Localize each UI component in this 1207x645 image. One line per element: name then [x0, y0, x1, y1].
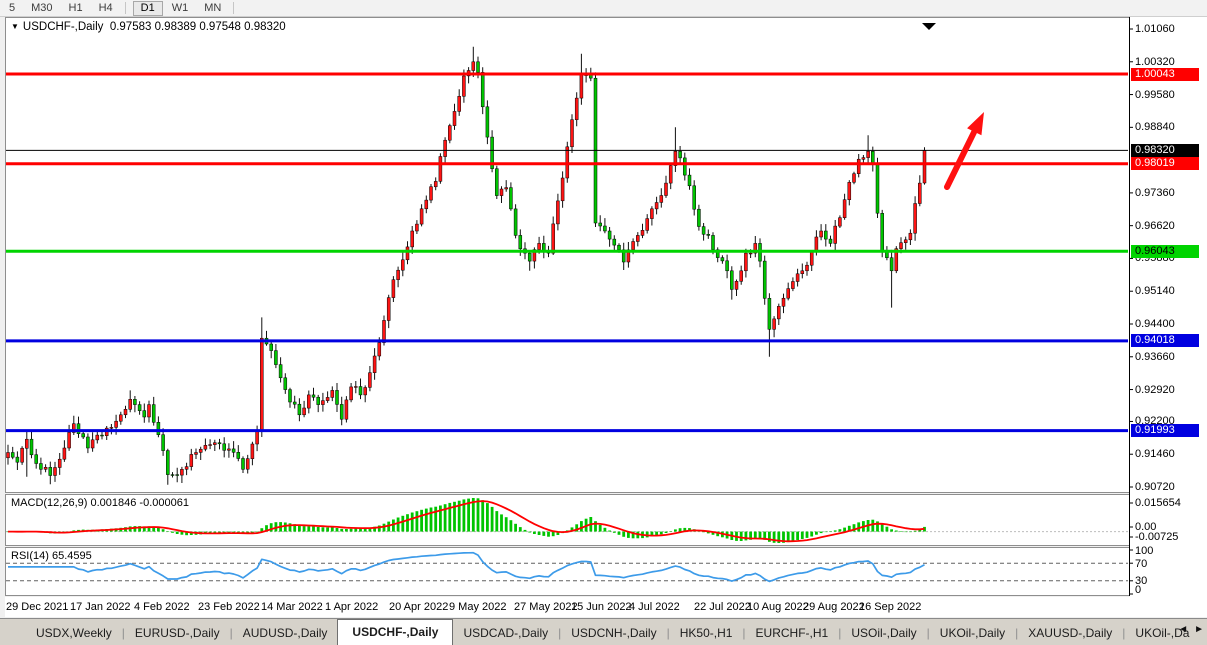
price-tick-label: 0.94400 — [1135, 318, 1175, 330]
date-tick-label: 23 Feb 2022 — [198, 601, 260, 613]
mt4-window: 5M30H1H4 D1W1MN ▼ USDCHF-,Daily 0.97583 0.… — [0, 0, 1207, 645]
price-tick-label: 0.90720 — [1135, 481, 1175, 493]
price-tick-label: 0.96620 — [1135, 220, 1175, 232]
tab-eurchf-h1[interactable]: EURCHF-,H1 — [746, 622, 839, 645]
timeframe-button-d1[interactable]: D1 — [133, 1, 163, 16]
date-tick-label: 4 Jul 2022 — [629, 601, 680, 613]
price-level-tag: 0.98320 — [1131, 144, 1199, 157]
price-tick-label: 1.01060 — [1135, 23, 1175, 35]
macd-values: 0.001846 -0.000061 — [90, 497, 188, 509]
price-tick-label: 1.00320 — [1135, 56, 1175, 68]
price-level-tag: 0.94018 — [1131, 334, 1199, 347]
macd-axis-label: 0.015654 — [1135, 497, 1181, 509]
price-level-tag: 0.96043 — [1131, 245, 1199, 258]
tab-hk50-h1[interactable]: HK50-,H1 — [670, 622, 743, 645]
price-tick-label: 0.93660 — [1135, 351, 1175, 363]
rsi-axis-label: 100 — [1135, 545, 1153, 557]
date-tick-label: 10 Aug 2022 — [747, 601, 809, 613]
price-level-tag: 0.98019 — [1131, 157, 1199, 170]
chart-symbol-label: USDCHF-,Daily — [23, 21, 104, 33]
symbol-tab-bar: USDX,Weekly|EURUSD-,Daily|AUDUSD-,DailyU… — [0, 618, 1207, 645]
price-level-tag: 0.91993 — [1131, 424, 1199, 437]
rsi-label: RSI(14) 65.4595 — [11, 550, 92, 562]
date-tick-label: 29 Dec 2021 — [6, 601, 68, 613]
rsi-value: 65.4595 — [52, 550, 92, 562]
tab-usdcnh-daily[interactable]: USDCNH-,Daily — [561, 622, 666, 645]
tab-scroll-right-icon[interactable]: ► — [1194, 624, 1204, 635]
main-chart-panel[interactable] — [5, 17, 1130, 493]
rsi-axis-label: 70 — [1135, 558, 1147, 570]
timeframe-toolbar: 5M30H1H4 D1W1MN — [0, 0, 1207, 17]
rsi-axis-label: 0 — [1135, 584, 1141, 596]
timeframe-button-mn[interactable]: MN — [197, 1, 228, 15]
date-tick-label: 9 May 2022 — [449, 601, 506, 613]
tab-xauusd-daily[interactable]: XAUUSD-,Daily — [1018, 622, 1122, 645]
price-level-tag: 1.00043 — [1131, 68, 1199, 81]
symbol-dropdown-icon[interactable]: ▼ — [11, 22, 19, 31]
date-tick-label: 27 May 2022 — [514, 601, 578, 613]
chart-info-line: ▼ USDCHF-,Daily 0.97583 0.98389 0.97548 0… — [11, 21, 286, 33]
price-tick-label: 0.92920 — [1135, 384, 1175, 396]
tab-ukoil-daily[interactable]: UKOil-,Daily — [930, 622, 1015, 645]
rsi-panel[interactable] — [5, 547, 1130, 596]
tab-usdchf-daily[interactable]: USDCHF-,Daily — [337, 619, 453, 645]
date-tick-label: 1 Apr 2022 — [325, 601, 378, 613]
tab-scroll-buttons: ◄ ► — [1178, 624, 1204, 635]
tab-eurusd-daily[interactable]: EURUSD-,Daily — [125, 622, 230, 645]
price-tick-label: 0.98840 — [1135, 121, 1175, 133]
date-tick-label: 20 Apr 2022 — [389, 601, 448, 613]
date-tick-label: 17 Jan 2022 — [70, 601, 131, 613]
macd-label: MACD(12,26,9) 0.001846 -0.000061 — [11, 497, 189, 509]
price-tick-label: 0.91460 — [1135, 448, 1175, 460]
tab-scroll-left-icon[interactable]: ◄ — [1178, 624, 1188, 635]
timeframe-button-h4[interactable]: H4 — [92, 1, 120, 15]
tab-usoil-daily[interactable]: USOil-,Daily — [841, 622, 926, 645]
date-tick-label: 22 Jul 2022 — [694, 601, 751, 613]
toolbar-separator — [125, 2, 126, 14]
timeframe-button-w1[interactable]: W1 — [165, 1, 196, 15]
tab-usdx-weekly[interactable]: USDX,Weekly — [26, 622, 122, 645]
price-tick-label: 0.97360 — [1135, 187, 1175, 199]
price-tick-label: 0.95140 — [1135, 285, 1175, 297]
date-tick-label: 29 Aug 2022 — [803, 601, 865, 613]
date-tick-label: 15 Jun 2022 — [571, 601, 632, 613]
date-tick-label: 4 Feb 2022 — [134, 601, 190, 613]
date-tick-label: 16 Sep 2022 — [859, 601, 921, 613]
timeframe-button-m30[interactable]: M30 — [24, 1, 59, 15]
price-tick-label: 0.99580 — [1135, 89, 1175, 101]
chart-ohlc-values: 0.97583 0.98389 0.97548 0.98320 — [110, 21, 286, 33]
date-tick-label: 14 Mar 2022 — [261, 601, 323, 613]
timeframe-button-h1[interactable]: H1 — [62, 1, 90, 15]
toolbar-separator — [233, 2, 234, 14]
timeframe-button-5[interactable]: 5 — [2, 1, 22, 15]
axis-divider-line — [1129, 17, 1130, 596]
tab-audusd-daily[interactable]: AUDUSD-,Daily — [233, 622, 338, 645]
macd-axis-label: -0.00725 — [1135, 531, 1178, 543]
tab-usdcad-daily[interactable]: USDCAD-,Daily — [453, 622, 558, 645]
